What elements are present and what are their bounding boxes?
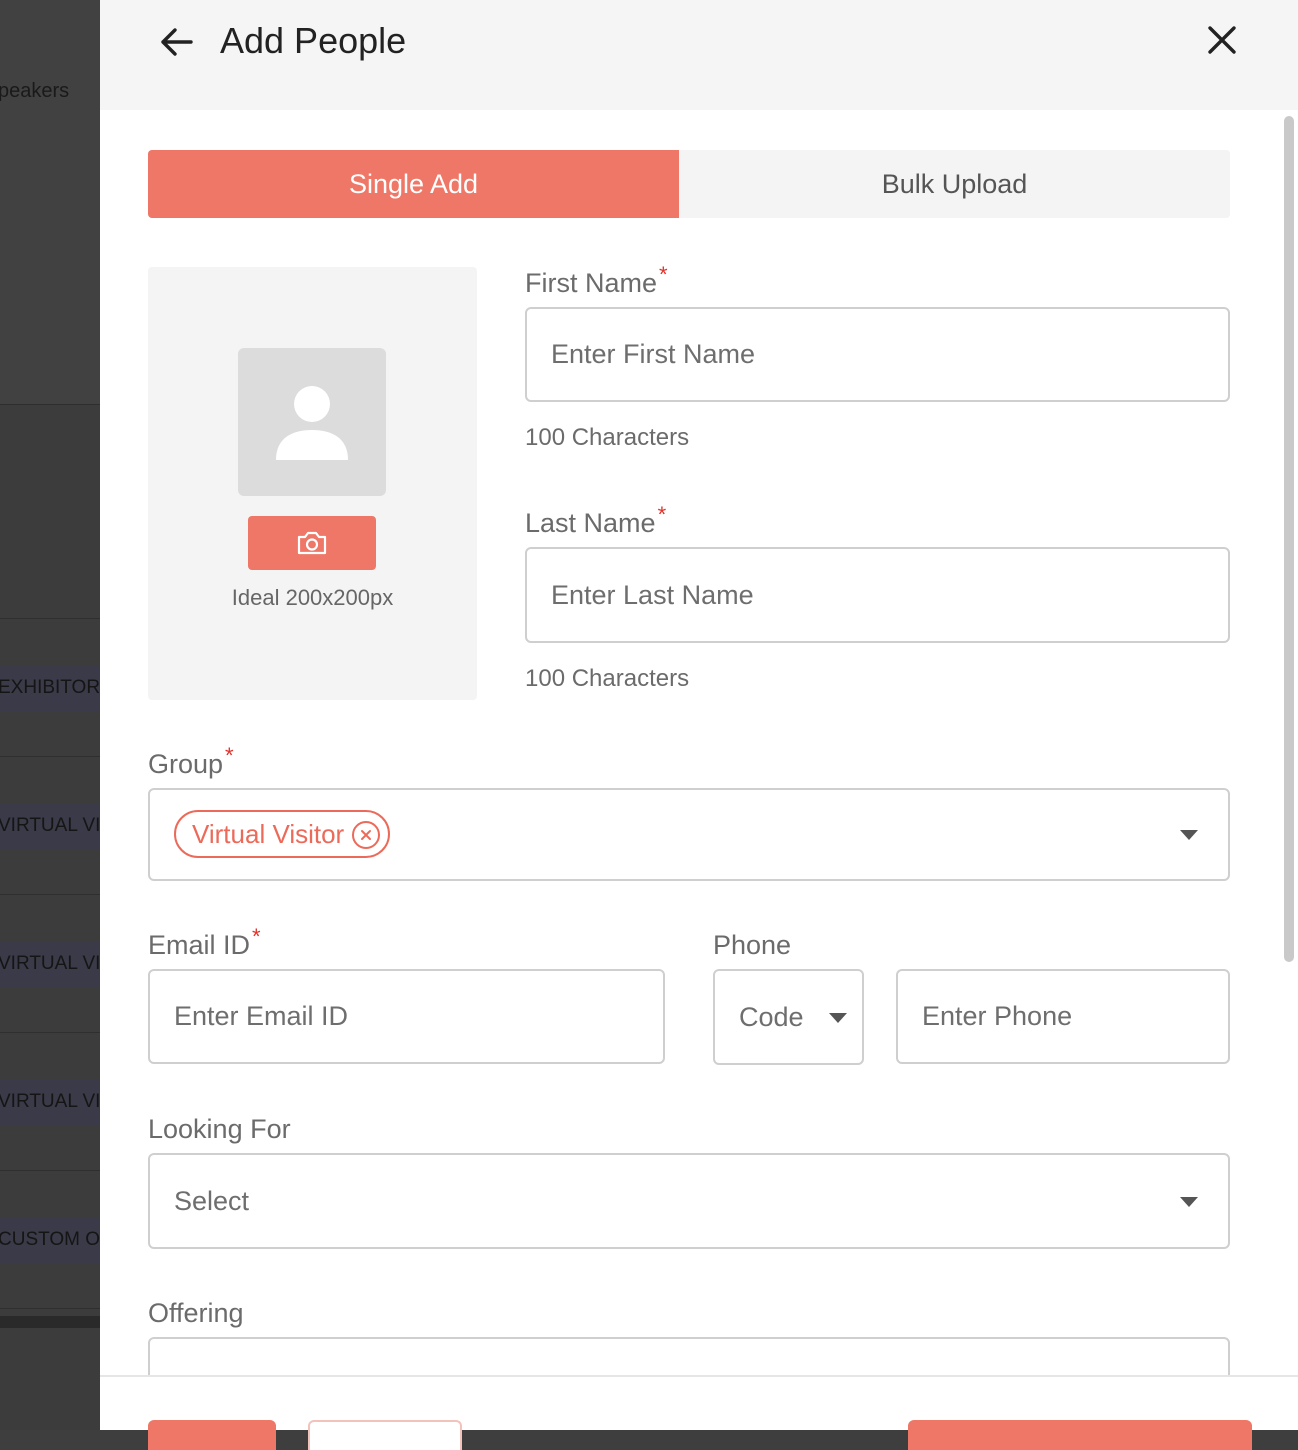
avatar-placeholder (238, 348, 386, 496)
back-button[interactable] (156, 22, 196, 62)
chip-label: Virtual Visitor (192, 818, 345, 849)
phone-label: Phone (713, 930, 792, 960)
first-name-label: First Name* (525, 262, 668, 298)
group-label: Group* (148, 743, 234, 779)
form-scroll-area[interactable]: Single Add Bulk Upload Ideal 200x200px F… (100, 110, 1298, 1375)
background-label-speakers: peakers (0, 80, 70, 102)
scrollbar-thumb[interactable] (1284, 116, 1294, 962)
background-page: peakers EXHIBITOR VIRTUAL VI VIRTUAL VI … (0, 0, 100, 1430)
looking-for-value: Select (174, 1185, 250, 1216)
looking-for-select[interactable]: Select (148, 1153, 1230, 1249)
panel-header: Add People (100, 0, 1298, 110)
phone-code-select[interactable]: Code (713, 969, 864, 1065)
background-tag-custom: CUSTOM O (0, 1217, 100, 1263)
remove-chip-button[interactable] (352, 821, 381, 849)
page-title: Add People (220, 20, 407, 61)
background-divider (0, 756, 100, 757)
user-silhouette-icon (276, 386, 348, 460)
close-icon (1208, 26, 1236, 54)
chevron-down-icon (1180, 830, 1198, 840)
tab-single-add[interactable]: Single Add (148, 150, 679, 218)
close-button[interactable] (1202, 20, 1242, 60)
required-marker: * (225, 743, 234, 768)
close-circle-icon (361, 830, 372, 840)
background-header-area (0, 0, 100, 405)
background-divider (0, 1032, 100, 1033)
chevron-down-icon (1180, 1197, 1198, 1207)
background-divider (0, 894, 100, 895)
email-label: Email ID* (148, 924, 261, 960)
background-divider (0, 1170, 100, 1171)
add-people-panel: Add People Single Add Bulk Upload Ideal … (100, 0, 1298, 1450)
email-field[interactable]: Enter Email ID (148, 969, 665, 1064)
offering-select[interactable] (148, 1337, 1230, 1375)
background-tag-virtual-visitor: VIRTUAL VI (0, 803, 100, 849)
offering-label: Offering (148, 1298, 244, 1328)
camera-icon (297, 531, 327, 555)
phone-code-value: Code (739, 1001, 804, 1032)
arrow-left-icon (161, 28, 193, 56)
last-name-char-limit: 100 Characters (525, 665, 690, 692)
profile-photo-uploader: Ideal 200x200px (148, 267, 477, 700)
first-name-input[interactable]: Enter First Name (525, 307, 1230, 402)
group-chip-virtual-visitor: Virtual Visitor (174, 810, 391, 858)
panel-footer (100, 1375, 1298, 1450)
required-marker: * (659, 262, 668, 287)
tab-bulk-upload[interactable]: Bulk Upload (679, 150, 1230, 218)
footer-submit-button[interactable] (908, 1420, 1252, 1450)
add-mode-tabs: Single Add Bulk Upload (148, 150, 1230, 218)
chevron-down-icon (829, 1013, 847, 1023)
background-tag-virtual-visitor: VIRTUAL VI (0, 1079, 100, 1125)
phone-input[interactable]: Enter Phone (896, 969, 1230, 1064)
background-divider (0, 1308, 100, 1309)
group-select[interactable]: Virtual Visitor (148, 788, 1230, 881)
background-divider (0, 1316, 100, 1328)
last-name-input[interactable]: Enter Last Name (525, 547, 1230, 643)
upload-photo-button[interactable] (248, 516, 376, 570)
first-name-char-limit: 100 Characters (525, 424, 690, 451)
background-tag-virtual-visitor: VIRTUAL VI (0, 941, 100, 987)
required-marker: * (657, 502, 667, 527)
photo-size-hint: Ideal 200x200px (231, 585, 394, 610)
footer-primary-button[interactable] (148, 1420, 276, 1450)
background-tag-exhibitor: EXHIBITOR (0, 665, 100, 711)
required-marker: * (252, 924, 261, 949)
footer-secondary-button[interactable] (308, 1420, 462, 1450)
background-divider (0, 404, 100, 405)
looking-for-label: Looking For (148, 1114, 291, 1144)
last-name-label: Last Name* (525, 502, 667, 538)
background-divider (0, 618, 100, 619)
